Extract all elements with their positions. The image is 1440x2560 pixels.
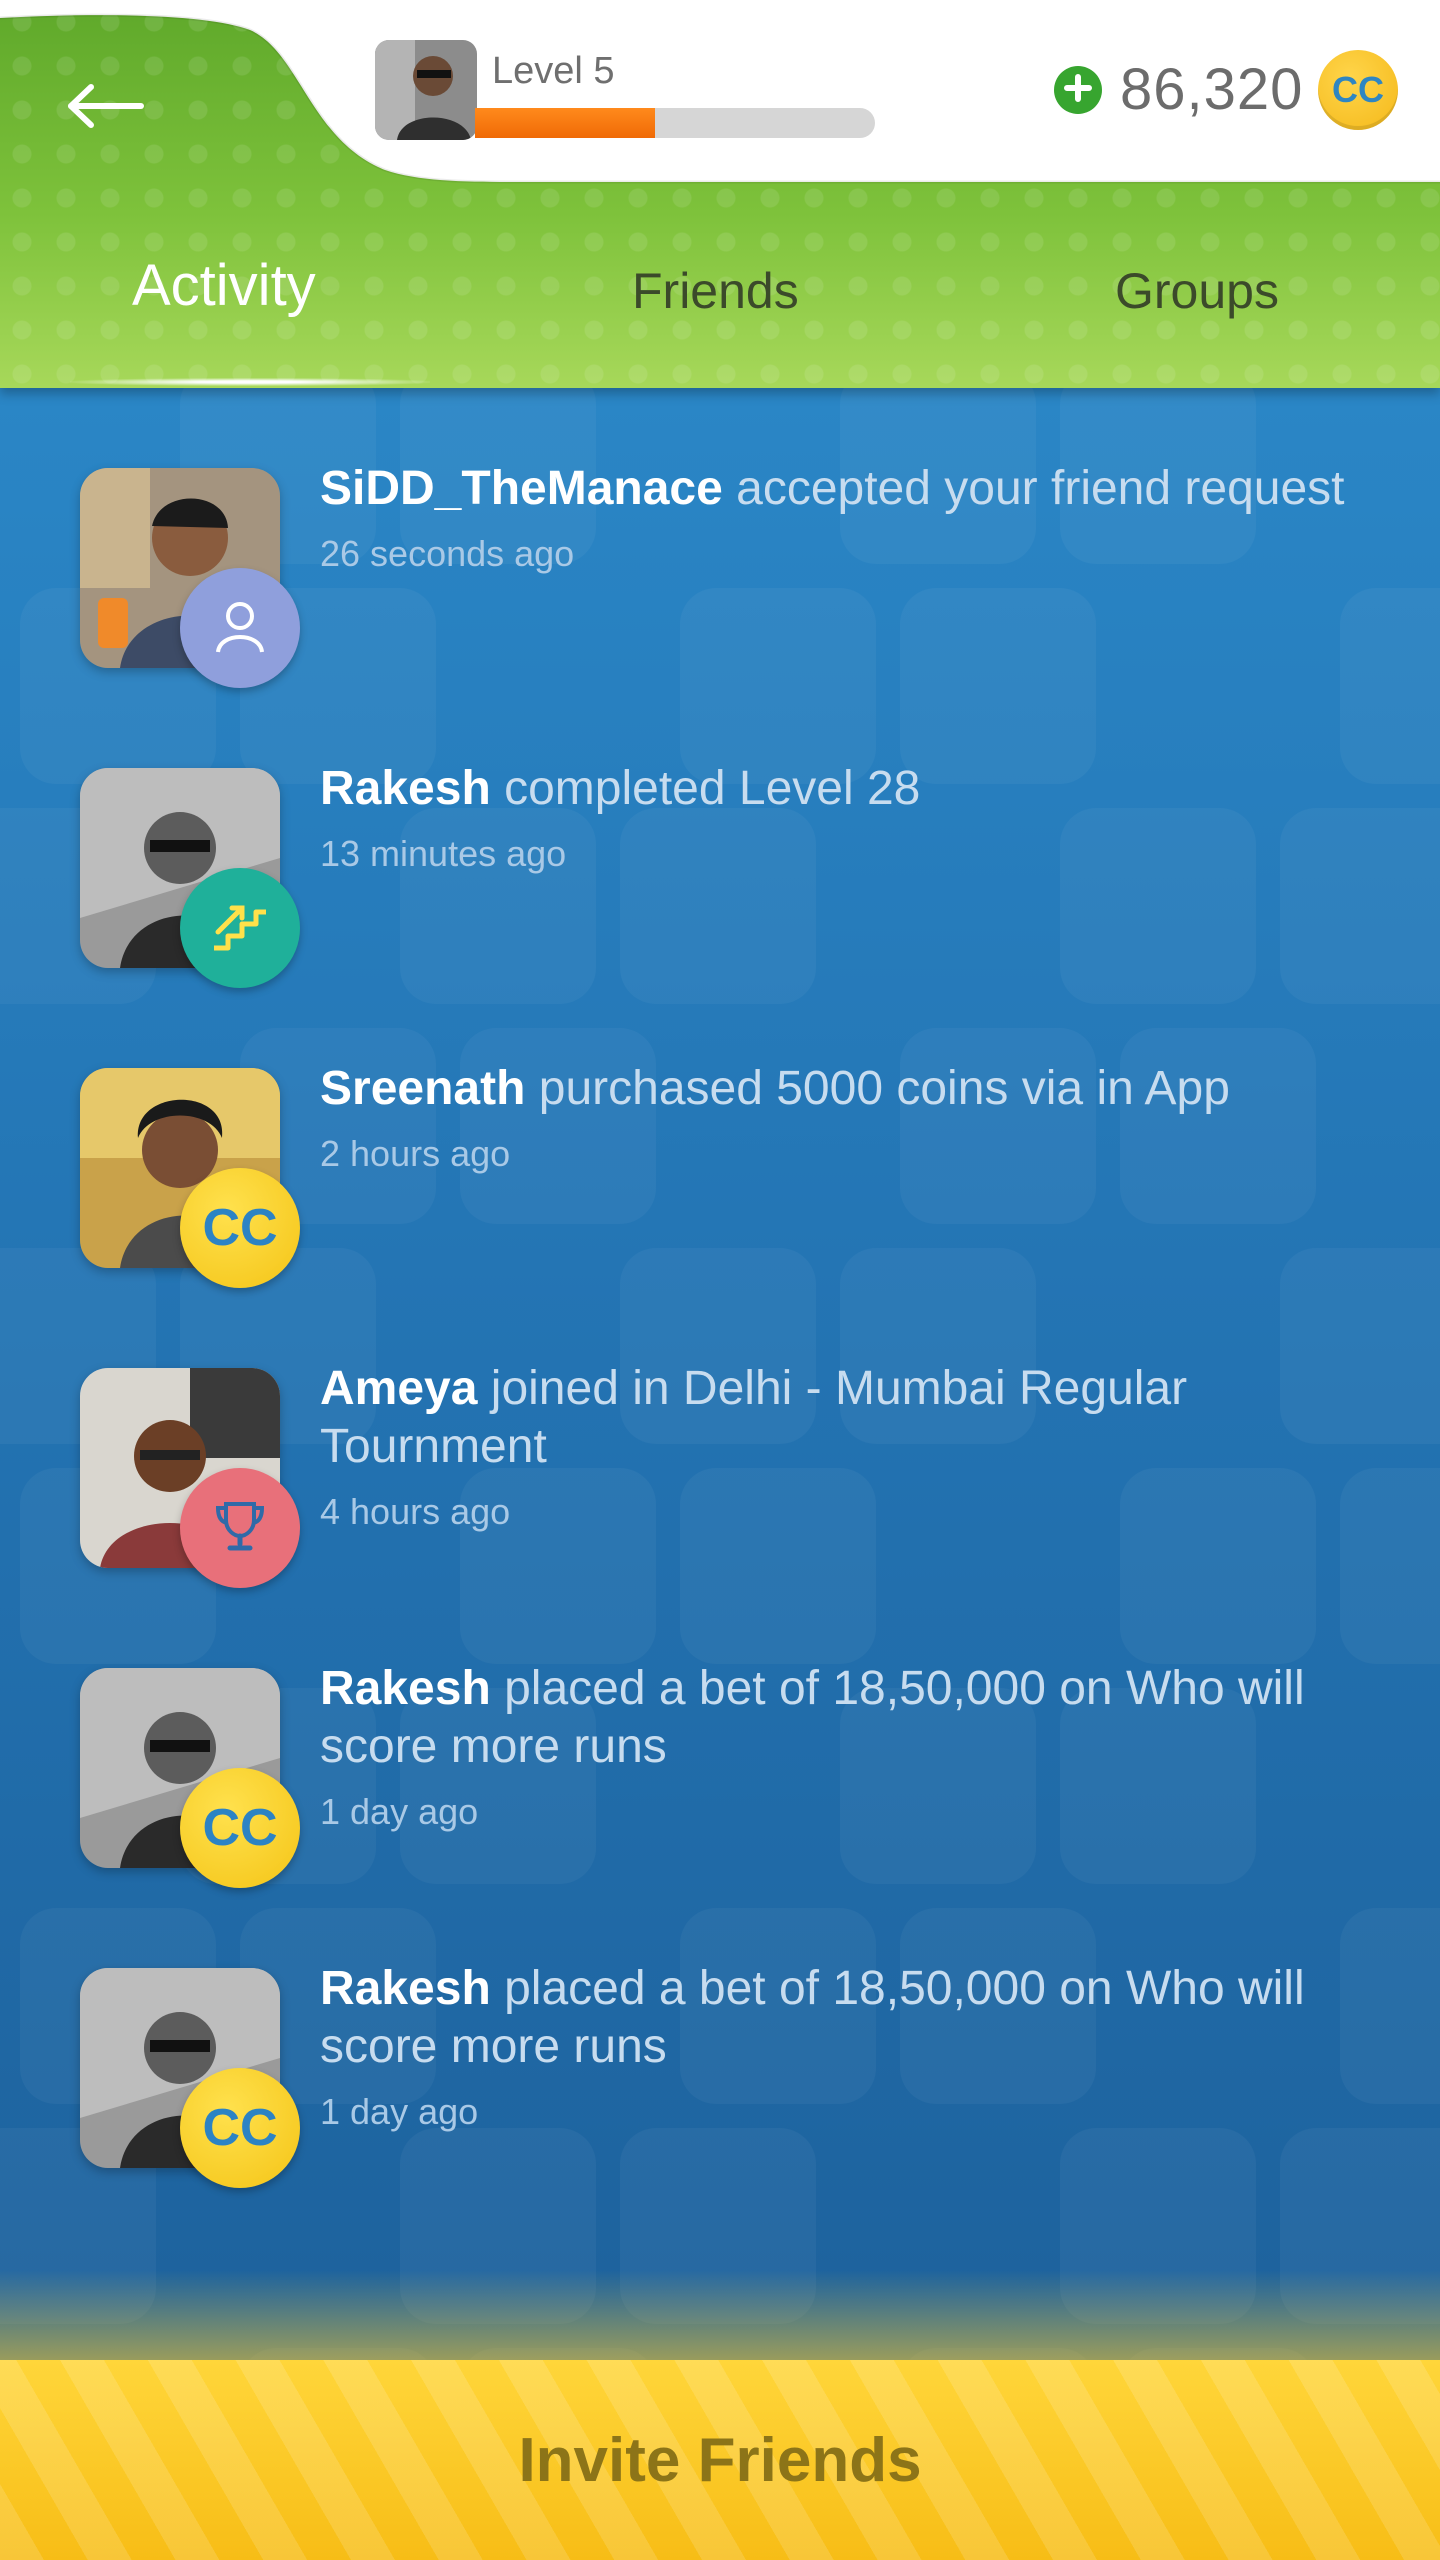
timestamp: 4 hours ago — [320, 1491, 511, 1532]
list-item[interactable]: SiDD_TheManace accepted your friend requ… — [0, 460, 1440, 700]
active-tab-indicator — [70, 378, 430, 386]
activity-text: SiDD_TheManace accepted your friend requ… — [320, 460, 1360, 576]
timestamp: 26 seconds ago — [320, 533, 575, 574]
back-button[interactable] — [62, 68, 152, 148]
list-item[interactable]: CC Rakesh placed a bet of 18,50,000 on W… — [0, 1960, 1440, 2200]
invite-friends-label: Invite Friends — [518, 2425, 922, 2495]
user-name[interactable]: Rakesh — [320, 762, 491, 815]
list-item[interactable]: CC Sreenath purchased 5000 coins via in … — [0, 1060, 1440, 1300]
timestamp: 13 minutes ago — [320, 833, 567, 874]
user-name[interactable]: Sreenath — [320, 1062, 525, 1115]
list-item[interactable]: Ameya joined in Delhi - Mumbai Regular T… — [0, 1360, 1440, 1600]
list-item[interactable]: Rakesh completed Level 28 13 minutes ago — [0, 760, 1440, 1000]
level-progress-fill — [475, 108, 655, 138]
coin-badge: CC — [180, 1168, 300, 1288]
player-avatar[interactable] — [375, 40, 477, 140]
timestamp: 1 day ago — [320, 1791, 479, 1832]
user-name[interactable]: Rakesh — [320, 1962, 491, 2015]
trophy-icon — [210, 1496, 270, 1560]
friend-badge — [180, 568, 300, 688]
tab-friends[interactable]: Friends — [632, 262, 799, 320]
user-name[interactable]: Ameya — [320, 1362, 477, 1415]
invite-friends-button[interactable]: Invite Friends — [0, 2360, 1440, 2560]
coin-icon: CC — [1318, 50, 1398, 130]
add-coins-button[interactable] — [1054, 66, 1102, 114]
arrow-left-icon — [67, 83, 147, 133]
tab-activity[interactable]: Activity — [132, 252, 316, 319]
coin-balance: 86,320 — [1120, 57, 1304, 122]
activity-text: Ameya joined in Delhi - Mumbai Regular T… — [320, 1360, 1360, 1534]
activity-text: Rakesh placed a bet of 18,50,000 on Who … — [320, 1960, 1360, 2134]
timestamp: 2 hours ago — [320, 1133, 511, 1174]
invite-fade — [0, 2270, 1440, 2360]
list-item[interactable]: CC Rakesh placed a bet of 18,50,000 on W… — [0, 1660, 1440, 1900]
plus-icon — [1063, 73, 1093, 107]
coin-badge: CC — [180, 2068, 300, 2188]
tab-groups[interactable]: Groups — [1115, 262, 1279, 320]
level-label: Level 5 — [492, 50, 615, 92]
coin-badge: CC — [180, 1768, 300, 1888]
activity-description: purchased 5000 coins via in App — [525, 1062, 1230, 1115]
timestamp: 1 day ago — [320, 2091, 479, 2132]
activity-text: Rakesh completed Level 28 13 minutes ago — [320, 760, 1360, 876]
level-progress-bar — [475, 108, 875, 138]
user-name[interactable]: Rakesh — [320, 1662, 491, 1715]
activity-text: Rakesh placed a bet of 18,50,000 on Who … — [320, 1660, 1360, 1834]
activity-description: accepted your friend request — [722, 462, 1345, 515]
level-badge — [180, 868, 300, 988]
trophy-badge — [180, 1468, 300, 1588]
person-icon — [210, 596, 270, 660]
activity-text: Sreenath purchased 5000 coins via in App… — [320, 1060, 1360, 1176]
stairs-icon — [208, 898, 272, 958]
user-name[interactable]: SiDD_TheManace — [320, 462, 723, 515]
activity-description: completed Level 28 — [490, 762, 921, 815]
